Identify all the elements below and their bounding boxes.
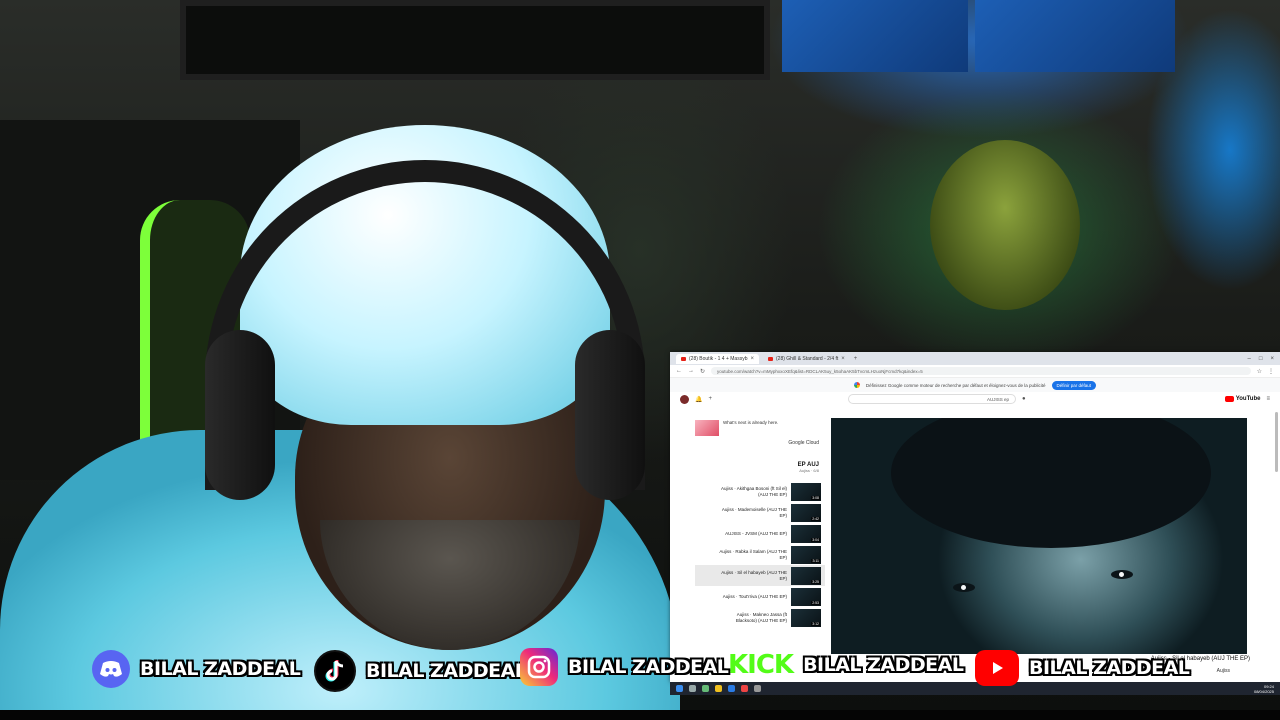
thumbnail: 3:04 (791, 524, 821, 543)
playlist-item[interactable]: Aujiss · Tout'rriva (AUJ THE EP) 2:53 (695, 586, 825, 607)
set-default-button[interactable]: Définir par défaut (1051, 380, 1097, 390)
duration-badge: 3:12 (811, 621, 820, 626)
ad-sponsor: Google Cloud (788, 440, 819, 446)
window-controls: – □ × (1248, 356, 1280, 362)
duration-badge: 3:11 (811, 558, 820, 563)
minimize-icon[interactable]: – (1248, 356, 1251, 362)
bookmark-star-icon[interactable]: ☆ (1257, 368, 1262, 375)
ad-image (695, 420, 719, 436)
social-youtube: BILAL ZADDEAL (975, 650, 1190, 686)
tab-close-icon[interactable]: × (841, 356, 845, 362)
scrollbar[interactable] (1275, 412, 1278, 472)
thumbnail: 2:42 (791, 503, 821, 522)
youtube-logo-text: YouTube (1235, 396, 1261, 402)
create-icon[interactable]: + (708, 396, 712, 402)
social-label: BILAL ZADDEAL (568, 656, 729, 678)
social-label: BILAL ZADDEAL (803, 654, 964, 676)
social-label: BILAL ZADDEAL (1029, 657, 1190, 679)
teddy-bear (930, 140, 1080, 310)
wall-poster (782, 0, 968, 72)
search-input[interactable]: AUJISS ep (848, 394, 1016, 404)
back-icon[interactable]: ← (676, 368, 682, 374)
social-kick: KICK BILAL ZADDEAL (728, 650, 964, 680)
youtube-play-icon (1224, 396, 1234, 402)
social-label: BILAL ZADDEAL (140, 658, 301, 680)
playlist-item[interactable]: AUJISS - JVSM (AUJ THE EP) 3:04 (695, 523, 825, 544)
thumbnail: 2:53 (791, 587, 821, 606)
playlist-item[interactable]: Aujiss · Mademoiselle (AUJ THE EP) 2:42 (695, 502, 825, 523)
browser-tabbar: (28) Boutik - 1 4 + Massyb × (28) Ghill … (670, 352, 1280, 365)
duration-badge: 3:08 (811, 495, 820, 500)
thumbnail: 3:12 (791, 608, 821, 627)
playlist-sidebar: What's next is already here. Google Clou… (695, 416, 825, 628)
playlist-item[interactable]: Aujiss · Makneo Jassa (ft Blacksoto) (AU… (695, 607, 825, 628)
tab-label: (28) Ghill & Standard - 2/4 ft (776, 355, 839, 362)
browser-tab[interactable]: (28) Boutik - 1 4 + Massyb × (676, 353, 760, 364)
headset-earcup-right (575, 330, 645, 500)
wall-frame (180, 0, 770, 80)
headset-earcup-left (205, 330, 275, 500)
thumbnail: 3:08 (791, 482, 821, 501)
notifications-icon[interactable]: 🔔 (695, 396, 702, 403)
address-bar: ← → ↻ youtube.com/watch?v=mMyphxxoXEfq&l… (670, 365, 1280, 378)
sponsored-ad[interactable]: What's next is already here. (695, 416, 825, 440)
social-overlay: BILAL ZADDEAL BILAL ZADDEAL BILAL ZADDEA… (0, 648, 1280, 692)
ad-title: What's next is already here. (723, 420, 779, 425)
social-instagram: BILAL ZADDEAL (520, 648, 729, 686)
youtube-icon (975, 650, 1019, 686)
youtube-logo[interactable]: YouTube (1224, 396, 1261, 402)
duration-badge: 2:53 (811, 600, 820, 605)
duration-badge: 3:04 (811, 537, 820, 542)
video-frame-hair (891, 418, 1211, 548)
thumbnail: 3:11 (791, 545, 821, 564)
browser-menu-icon[interactable]: ⋮ (1268, 368, 1274, 375)
social-tiktok: BILAL ZADDEAL (314, 650, 527, 692)
tiktok-icon (314, 650, 356, 692)
video-frame-eye (953, 583, 975, 592)
playlist-item[interactable]: Aujiss · Akithgaa Bosoni (ft Sil el) (AU… (695, 481, 825, 502)
infobar-text: Définissez Google comme moteur de recher… (865, 382, 1046, 388)
social-label: BILAL ZADDEAL (366, 660, 527, 682)
thumbnail: 3:25 (791, 566, 821, 585)
youtube-header: 🔔 + AUJISS ep ● YouTube ≡ (670, 392, 1280, 406)
google-logo-icon (853, 382, 860, 388)
browser-window: (28) Boutik - 1 4 + Massyb × (28) Ghill … (670, 352, 1280, 682)
close-window-icon[interactable]: × (1270, 356, 1274, 362)
youtube-favicon-icon (681, 356, 686, 361)
kick-logo: KICK (728, 650, 794, 680)
forward-icon[interactable]: → (688, 368, 694, 374)
playlist-item-current[interactable]: Aujiss · Sil el habayeb (AUJ THE EP) 3:2… (695, 565, 825, 586)
social-discord: BILAL ZADDEAL (92, 650, 301, 688)
default-search-infobar: Définissez Google comme moteur de recher… (670, 378, 1280, 392)
maximize-icon[interactable]: □ (1259, 356, 1263, 362)
guide-menu-icon[interactable]: ≡ (1266, 396, 1270, 402)
video-player[interactable] (831, 418, 1247, 654)
youtube-favicon-icon (768, 356, 774, 361)
duration-badge: 2:42 (811, 516, 820, 521)
video-frame-eye (1111, 570, 1133, 579)
new-tab-icon[interactable]: + (854, 356, 858, 362)
duration-badge: 3:25 (811, 579, 820, 584)
wall-poster (975, 0, 1175, 72)
bottom-letterbox (0, 710, 1280, 720)
avatar[interactable] (680, 394, 689, 404)
discord-icon (92, 650, 130, 688)
tab-close-icon[interactable]: × (751, 356, 755, 362)
url-field[interactable]: youtube.com/watch?v=mMyphxxoXEfq&list=RD… (711, 367, 1251, 375)
tab-label: (28) Boutik - 1 4 + Massyb (689, 355, 748, 362)
instagram-icon (520, 648, 558, 686)
reload-icon[interactable]: ↻ (700, 368, 705, 375)
microphone-icon[interactable]: ● (1022, 396, 1026, 402)
browser-tab[interactable]: (28) Ghill & Standard - 2/4 ft × (763, 354, 850, 364)
playlist-item[interactable]: Aujiss · Rabka il Salam (AUJ THE EP) 3:1… (695, 544, 825, 565)
